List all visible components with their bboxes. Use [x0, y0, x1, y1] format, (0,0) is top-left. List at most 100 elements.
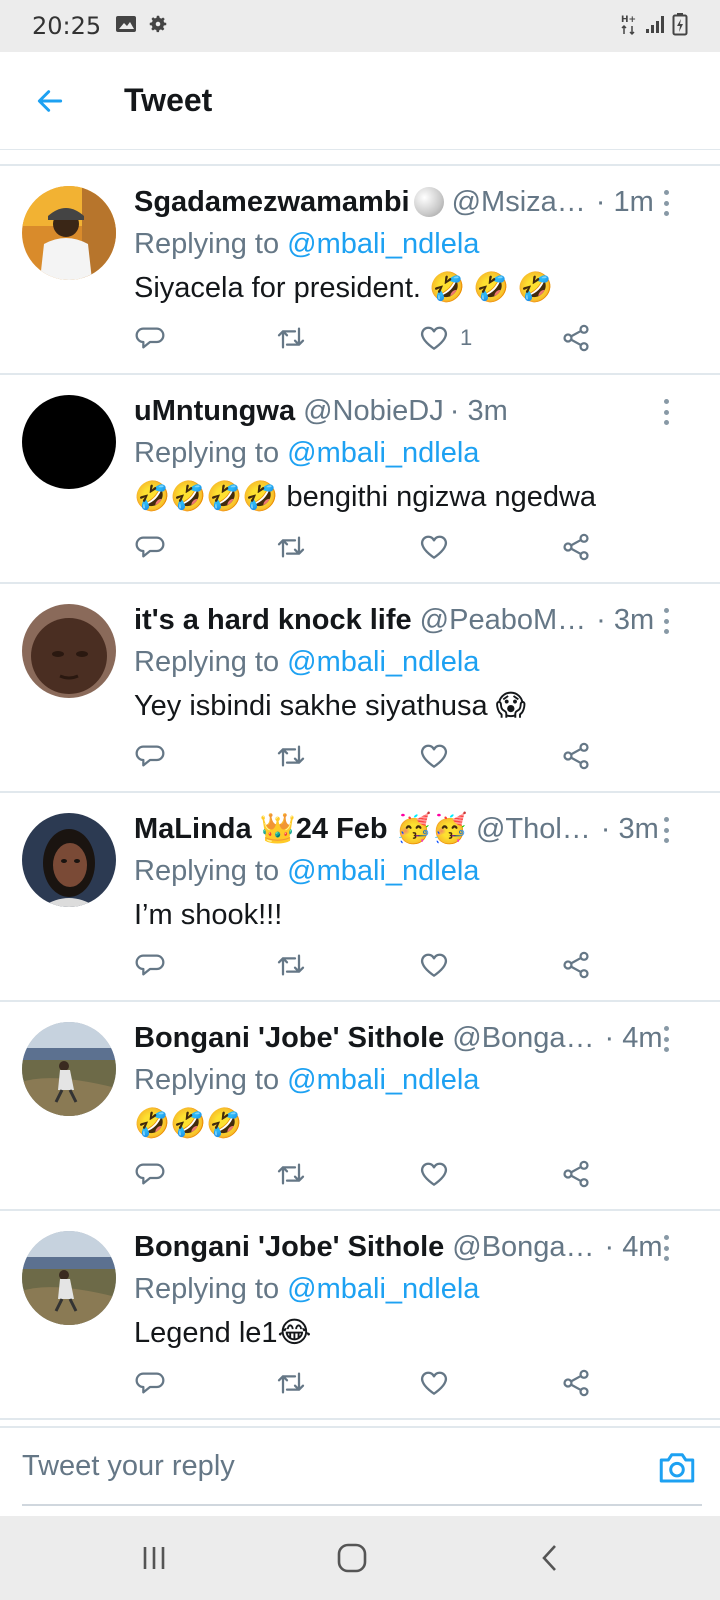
system-nav-bar — [0, 1516, 720, 1600]
tweet-author-name[interactable]: Bongani 'Jobe' Sithole — [134, 1022, 444, 1055]
tweet-author-name[interactable]: Sgadamezwamambi — [134, 186, 410, 219]
camera-button[interactable] — [656, 1446, 698, 1488]
retweet-button[interactable] — [275, 1365, 307, 1401]
share-icon — [563, 324, 589, 352]
avatar[interactable] — [22, 395, 116, 489]
retweet-button[interactable] — [275, 1156, 307, 1192]
like-button[interactable] — [418, 1156, 450, 1192]
tweet-author-name[interactable]: uMntungwa — [134, 395, 295, 428]
like-button[interactable]: 1 — [418, 320, 472, 356]
more-options-button[interactable] — [656, 1024, 676, 1054]
tweet[interactable]: Bongani 'Jobe' Sithole @Bonga… · 4m Repl… — [0, 1211, 720, 1420]
replying-to-line: Replying to @mbali_ndlela — [134, 640, 700, 684]
reply-button[interactable] — [134, 529, 166, 565]
more-options-button[interactable] — [656, 606, 676, 636]
more-options-button[interactable] — [656, 815, 676, 845]
retweet-button[interactable] — [275, 529, 307, 565]
tweet-author-handle[interactable]: @Bonga… — [452, 1231, 594, 1264]
retweet-icon — [277, 745, 305, 767]
avatar[interactable] — [22, 186, 116, 280]
mention-link[interactable]: @mbali_ndlela — [287, 646, 479, 678]
back-nav-button[interactable] — [530, 1538, 570, 1578]
mention-link[interactable]: @mbali_ndlela — [287, 1064, 479, 1096]
reply-button[interactable] — [134, 738, 166, 774]
gallery-icon — [115, 14, 137, 39]
avatar[interactable] — [22, 1022, 116, 1116]
retweet-icon — [277, 954, 305, 976]
retweet-button[interactable] — [275, 738, 307, 774]
tweet[interactable]: MaLinda 👑24 Feb 🥳🥳 @Thol… · 3m Replying … — [0, 793, 720, 1002]
back-button[interactable] — [20, 71, 80, 131]
reply-icon — [135, 1372, 165, 1394]
reply-input[interactable] — [22, 1428, 702, 1506]
tweet-author-name[interactable]: it's a hard knock life — [134, 604, 412, 637]
tweet-time: · 1m — [595, 185, 654, 218]
like-button[interactable] — [418, 1365, 450, 1401]
tweet-author-name[interactable]: Bongani 'Jobe' Sithole — [134, 1231, 444, 1264]
retweet-icon — [277, 1163, 305, 1185]
tweet-actions: 1 — [134, 320, 594, 356]
share-icon — [563, 742, 589, 770]
tweet[interactable]: Bongani 'Jobe' Sithole @Bonga… · 4m Repl… — [0, 1002, 720, 1211]
reply-button[interactable] — [134, 1365, 166, 1401]
tweet-author-handle[interactable]: @NobieDJ — [303, 395, 444, 428]
tweet-time: · 3m — [449, 394, 508, 427]
mention-link[interactable]: @mbali_ndlela — [287, 228, 479, 260]
tweet-author-handle[interactable]: @Thol… — [476, 813, 591, 846]
replying-to-line: Replying to @mbali_ndlela — [134, 222, 700, 266]
retweet-button[interactable] — [275, 947, 307, 983]
share-button[interactable] — [560, 1365, 592, 1401]
reply-button[interactable] — [134, 1156, 166, 1192]
tweet[interactable]: uMntungwa @NobieDJ · 3m Replying to @mba… — [0, 375, 720, 584]
avatar[interactable] — [22, 1231, 116, 1325]
like-button[interactable] — [418, 947, 450, 983]
like-button[interactable] — [418, 529, 450, 565]
tweet-author-name[interactable]: MaLinda 👑24 Feb 🥳🥳 — [134, 812, 468, 846]
reply-button[interactable] — [134, 947, 166, 983]
more-options-button[interactable] — [656, 188, 676, 218]
mention-link[interactable]: @mbali_ndlela — [287, 437, 479, 469]
home-button[interactable] — [332, 1538, 372, 1578]
tweet-actions — [134, 947, 594, 983]
tweet-actions — [134, 1156, 594, 1192]
recent-apps-button[interactable] — [134, 1538, 174, 1578]
avatar[interactable] — [22, 813, 116, 907]
reply-feed: Sgadamezwamambi @Msiza… · 1m Replying to… — [0, 166, 720, 1420]
share-button[interactable] — [560, 947, 592, 983]
tweet-author-handle[interactable]: @Bonga… — [452, 1022, 594, 1055]
like-count: 1 — [460, 325, 473, 350]
mention-link[interactable]: @mbali_ndlela — [287, 855, 479, 887]
tweet[interactable]: Sgadamezwamambi @Msiza… · 1m Replying to… — [0, 166, 720, 375]
share-button[interactable] — [560, 1156, 592, 1192]
more-options-button[interactable] — [656, 1233, 676, 1263]
heart-icon — [420, 326, 448, 350]
tweet-text: 🤣🤣🤣 — [134, 1108, 243, 1140]
retweet-button[interactable] — [275, 320, 307, 356]
reply-button[interactable] — [134, 320, 166, 356]
share-button[interactable] — [560, 529, 592, 565]
heart-icon — [420, 1162, 448, 1186]
arrow-left-icon — [37, 89, 63, 112]
tweet-actions — [134, 738, 594, 774]
home-icon — [337, 1543, 367, 1573]
tweet[interactable]: it's a hard knock life @PeaboM… · 3m Rep… — [0, 584, 720, 793]
avatar[interactable] — [22, 604, 116, 698]
tweet-time: · 4m — [604, 1230, 663, 1263]
replying-to-line: Replying to @mbali_ndlela — [134, 1058, 700, 1102]
more-options-button[interactable] — [656, 397, 676, 427]
svg-text:H+: H+ — [621, 15, 636, 25]
replying-to-label: Replying to — [134, 228, 288, 260]
replying-to-label: Replying to — [134, 1273, 288, 1305]
tweet-author-handle[interactable]: @Msiza… — [452, 186, 586, 219]
emoji-badge-icon — [413, 187, 444, 217]
reply-composer — [0, 1426, 720, 1516]
share-icon — [563, 1160, 589, 1188]
share-button[interactable] — [560, 738, 592, 774]
tweet-actions — [134, 1365, 594, 1401]
tweet-author-handle[interactable]: @PeaboM… — [420, 604, 586, 637]
recent-apps-icon — [143, 1547, 165, 1569]
app-header: Tweet — [0, 52, 720, 150]
share-button[interactable] — [560, 320, 592, 356]
mention-link[interactable]: @mbali_ndlela — [287, 1273, 479, 1305]
like-button[interactable] — [418, 738, 450, 774]
